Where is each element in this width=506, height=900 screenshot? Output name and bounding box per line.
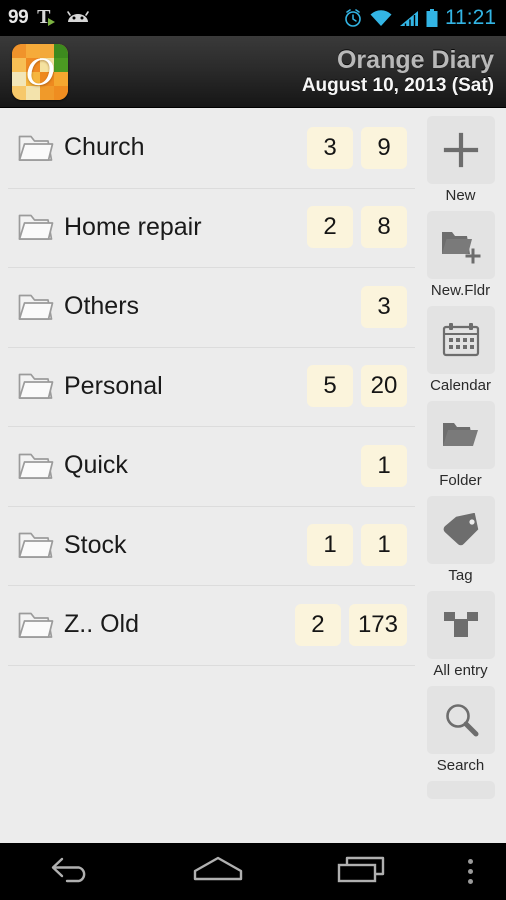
back-icon [50, 854, 96, 889]
folder-row[interactable]: Others 3 [0, 267, 415, 347]
count-badge: 173 [348, 603, 407, 646]
count-badge: 1 [361, 444, 407, 487]
title-block: Orange Diary August 10, 2013 (Sat) [302, 46, 494, 98]
folder-icon [18, 451, 54, 481]
folder-icon [18, 371, 54, 401]
folder-name-label: Church [64, 133, 145, 162]
folder-row[interactable]: Home repair 2 8 [0, 187, 415, 267]
android-robot-icon [66, 9, 90, 27]
status-bar-right: 11:21 [343, 6, 496, 30]
folder-count-badges: 28 [307, 206, 407, 249]
folder-count-badges: 2 173 [294, 603, 407, 646]
app-logo-letter: O [25, 48, 55, 94]
battery-icon [426, 8, 438, 28]
folder-icon [18, 610, 54, 640]
tool-sidebar: New New.Fldr Calendar Folder Tag All ent… [415, 108, 506, 843]
status-bar: 99 T 11:21 [0, 0, 506, 36]
folder-name-label: Stock [64, 530, 127, 559]
folder-name-label: Personal [64, 371, 163, 400]
folder-row[interactable]: Church 3 9 [0, 108, 415, 188]
count-badge: 2 [307, 206, 353, 249]
signal-icon [399, 10, 419, 27]
overflow-menu-button[interactable] [436, 843, 506, 900]
main-content: Church 3 9 Home repair 2 8 Others 3 Personal 5… [0, 108, 506, 843]
home-icon [191, 854, 245, 889]
folder-name-label: Quick [64, 451, 128, 480]
folder-name-label: Z.. Old [64, 610, 140, 639]
folder-plus-icon [426, 211, 495, 279]
android-navigation-bar [0, 843, 506, 900]
recents-icon [336, 854, 390, 889]
folder-icon [18, 212, 54, 242]
tool-button-label: All entry [433, 662, 488, 679]
status-bar-left: 99 T [8, 7, 90, 29]
folder-row[interactable]: Stock 1 1 [0, 505, 415, 585]
home-button[interactable] [145, 843, 290, 900]
count-badge: 3 [307, 126, 353, 169]
phone-screen: 99 T 11:21 O Orange Diary August 10, 201… [0, 0, 506, 900]
plus-icon [426, 116, 495, 184]
notification-count: 99 [8, 7, 29, 28]
count-badge: 1 [307, 524, 353, 567]
folder-name-label: Home repair [64, 212, 202, 241]
tag-icon [426, 496, 495, 564]
tool-button-calendar[interactable]: Calendar [426, 306, 495, 395]
tool-button-label: Folder [439, 472, 482, 489]
recents-button[interactable] [291, 843, 436, 900]
app-title-bar: O Orange Diary August 10, 2013 (Sat) [0, 36, 506, 108]
folder-name-label: Others [64, 292, 140, 321]
count-badge: 20 [361, 365, 407, 408]
tool-button-new-fldr[interactable]: New.Fldr [426, 211, 495, 300]
folder-count-badges: 1 [361, 444, 407, 487]
alarm-clock-icon [343, 8, 363, 28]
folder-list: Church 3 9 Home repair 2 8 Others 3 Personal 5… [0, 108, 415, 843]
tool-button-all-entry[interactable]: All entry [426, 591, 495, 680]
partial-tile [426, 781, 495, 799]
count-badge: 5 [307, 365, 353, 408]
folder-icon [18, 292, 54, 322]
count-badge: 2 [294, 603, 341, 646]
folder-row[interactable]: Z.. Old 2 173 [0, 585, 415, 665]
tool-button-tag[interactable]: Tag [426, 496, 495, 585]
folder-row[interactable]: Quick 1 [0, 426, 415, 506]
tool-button-label: New [445, 187, 476, 204]
calendar-icon [426, 306, 495, 374]
clock-time: 11:21 [445, 6, 496, 29]
count-badge: 8 [361, 206, 407, 249]
folder-icon [18, 133, 54, 163]
tool-button-new[interactable]: New [426, 116, 495, 205]
folder-count-badges: 11 [307, 524, 407, 567]
folder-count-badges: 39 [307, 126, 407, 169]
app-logo-icon[interactable]: O [12, 43, 68, 100]
tasker-icon: T [37, 7, 57, 29]
tool-button-label: New.Fldr [430, 282, 491, 299]
tool-button-label: Search [436, 757, 485, 774]
folder-icon [18, 530, 54, 560]
tool-button-search[interactable]: Search [426, 686, 495, 775]
tool-button-label: Calendar [430, 377, 491, 394]
tool-button-folder[interactable]: Folder [426, 401, 495, 490]
current-date: August 10, 2013 (Sat) [301, 74, 494, 96]
back-button[interactable] [0, 843, 145, 900]
folder-icon [426, 401, 495, 469]
overflow-menu-icon [468, 857, 474, 887]
tool-button-partial[interactable] [426, 781, 495, 799]
page-title: Orange Diary [336, 45, 494, 74]
tool-button-label: Tag [448, 567, 473, 584]
folder-row[interactable]: Personal 5 20 [0, 346, 415, 426]
wifi-icon [370, 9, 392, 27]
count-badge: 1 [361, 524, 407, 567]
count-badge: 3 [361, 285, 407, 328]
all-entry-icon [426, 591, 495, 659]
folder-count-badges: 3 [361, 285, 407, 328]
count-badge: 9 [361, 126, 407, 169]
list-end-divider [0, 664, 415, 666]
folder-count-badges: 5 20 [307, 365, 407, 408]
search-icon [426, 686, 495, 754]
